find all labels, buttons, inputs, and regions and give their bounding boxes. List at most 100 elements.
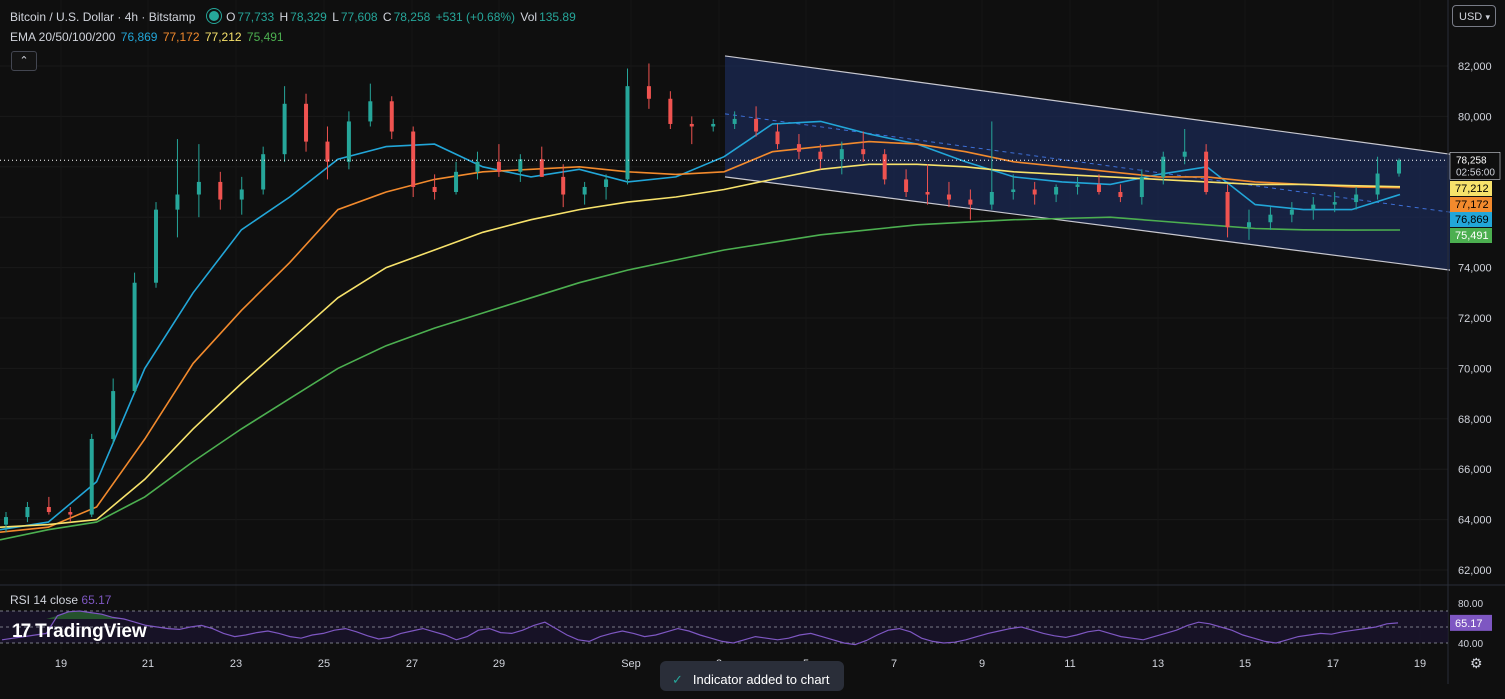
candle-body	[496, 161, 501, 172]
y-tick-label: 62,000	[1458, 565, 1492, 577]
high-value: 78,329	[290, 10, 327, 24]
rsi-value-tag-value: 65.17	[1455, 618, 1483, 630]
ema-price-tag: 75,491	[1450, 228, 1492, 243]
candle-body	[604, 179, 609, 187]
candle-body	[239, 189, 244, 200]
x-tick-label: 13	[1152, 658, 1164, 670]
candle-body	[1375, 173, 1380, 195]
collapse-legend-button[interactable]: ⌃	[11, 51, 37, 71]
x-tick-label: 19	[55, 658, 67, 670]
low-label: L	[332, 10, 339, 24]
candle-body	[304, 103, 309, 142]
rsi-value-tag: 65.17	[1450, 614, 1492, 631]
candle-body	[1182, 151, 1187, 157]
candle-body	[1268, 214, 1273, 223]
x-tick-label: 29	[493, 658, 505, 670]
high-label: H	[279, 10, 289, 24]
volume-label: Vol	[520, 10, 538, 24]
candle-body	[796, 144, 801, 152]
symbol-header: Bitcoin / U.S. Dollar · 4h · Bitstamp O7…	[10, 9, 578, 24]
y-tick-label: 80,000	[1458, 111, 1492, 123]
currency-select[interactable]: USD ▾	[1452, 5, 1496, 27]
open-value: 77,733	[237, 10, 275, 24]
candle-body	[282, 103, 287, 155]
tradingview-logo[interactable]: 17 TradingView	[12, 621, 147, 643]
candle-body	[925, 192, 930, 195]
ema50-value: 77,172	[162, 30, 200, 44]
ema-price-tag-value: 76,869	[1455, 214, 1489, 226]
candle-body	[1139, 176, 1144, 198]
candle-body	[111, 391, 116, 439]
x-tick-label: 27	[406, 658, 418, 670]
candle-body	[882, 154, 887, 180]
candle-body	[539, 159, 544, 177]
candle-body	[475, 161, 480, 172]
candle-body	[1397, 160, 1401, 174]
candle-body	[968, 199, 973, 205]
ema-price-tag-value: 77,172	[1455, 199, 1489, 211]
candle-body	[1161, 156, 1166, 177]
candle-body	[1204, 151, 1209, 192]
current-price-tag: 78,25802:56:00	[1449, 151, 1501, 180]
ema100-value: 77,212	[204, 30, 242, 44]
candle	[154, 202, 159, 288]
low-value: 77,608	[340, 10, 378, 24]
symbol-title[interactable]: Bitcoin / U.S. Dollar · 4h · Bitstamp	[10, 10, 195, 24]
candle-body	[518, 159, 523, 172]
open-label: O	[226, 10, 236, 24]
settings-gear-icon[interactable]: ⚙	[1470, 655, 1483, 672]
candle-body	[432, 186, 437, 192]
candle-body	[646, 86, 651, 99]
ema-price-tag: 77,172	[1450, 197, 1492, 212]
y-tick-label: 74,000	[1458, 263, 1492, 275]
candle-body	[368, 101, 373, 122]
candle-body	[861, 149, 866, 155]
y-tick-label: 68,000	[1458, 414, 1492, 426]
candle-body	[1332, 202, 1337, 205]
x-tick-label: Sep	[621, 658, 641, 670]
candle-body	[775, 131, 780, 145]
candle-body	[839, 149, 844, 160]
candle-body	[411, 131, 416, 187]
candle-body	[261, 154, 266, 190]
candle-body	[561, 176, 566, 195]
ema-price-tag-value: 75,491	[1455, 230, 1489, 242]
candle-body	[732, 118, 737, 124]
currency-value: USD	[1459, 11, 1483, 23]
rsi-legend[interactable]: RSI 14 close 65.17	[10, 593, 111, 607]
candle-body	[325, 141, 330, 162]
ema-legend[interactable]: EMA 20/50/100/200 76,869 77,172 77,212 7…	[10, 30, 286, 44]
candle-body	[1032, 189, 1037, 195]
candle-body	[1246, 222, 1251, 228]
candle-body	[818, 151, 823, 160]
rsi-legend-label: RSI 14 close	[10, 593, 79, 607]
current-price-value: 78,258	[1456, 155, 1487, 166]
candle-body	[1118, 192, 1123, 198]
chevron-down-icon: ▾	[1485, 12, 1490, 22]
candle-body	[1096, 184, 1101, 192]
x-tick-label: 19	[1414, 658, 1426, 670]
candle-body	[668, 98, 673, 124]
notification-toast: ✓ Indicator added to chart	[660, 661, 844, 691]
candle-body	[1075, 184, 1080, 187]
x-tick-label: 7	[891, 658, 897, 670]
x-tick-label: 25	[318, 658, 330, 670]
checkmark-icon: ✓	[672, 672, 683, 687]
price-chart[interactable]: 82,00080,00078,00076,00074,00072,00070,0…	[0, 0, 1505, 684]
ema200-value: 75,491	[246, 30, 284, 44]
candle	[89, 433, 94, 518]
x-tick-label: 23	[230, 658, 242, 670]
logo-text: TradingView	[35, 621, 147, 642]
candle-body	[582, 186, 587, 195]
candle	[411, 126, 416, 198]
candle	[1204, 144, 1209, 195]
x-tick-label: 21	[142, 658, 154, 670]
candle-body	[454, 171, 459, 192]
y-tick-label: 66,000	[1458, 464, 1492, 476]
ema-price-tag: 76,869	[1450, 212, 1492, 227]
x-tick-label: 11	[1064, 658, 1075, 670]
toast-text: Indicator added to chart	[692, 672, 830, 687]
change-value: +531 (+0.68%)	[435, 10, 516, 24]
candle-body	[989, 192, 994, 205]
candle-body	[154, 209, 159, 283]
